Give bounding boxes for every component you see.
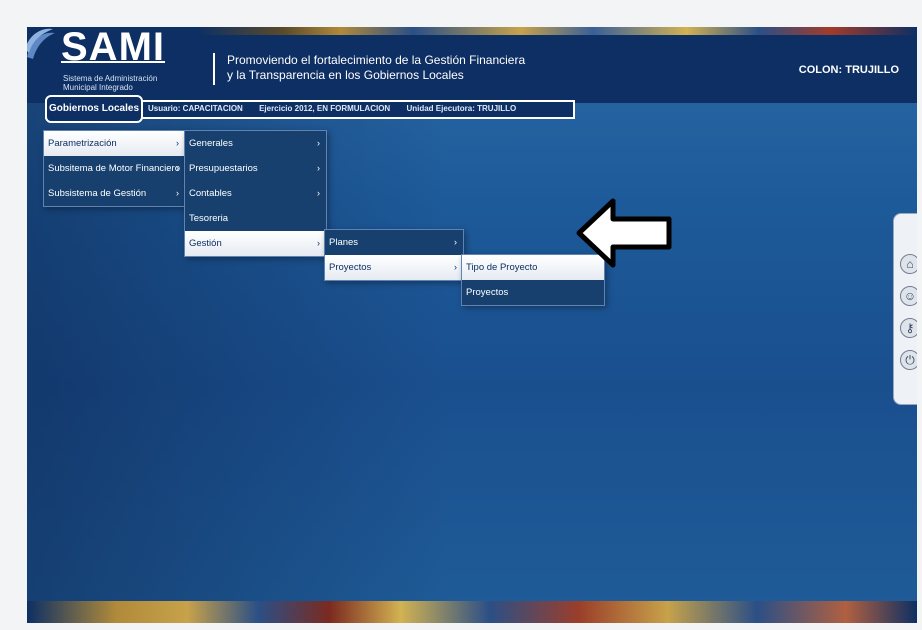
logo-swoosh-icon — [27, 28, 55, 59]
menu-item-label: Generales — [189, 138, 233, 149]
key-icon[interactable]: ⚷ — [900, 318, 917, 338]
chevron-right-icon: › — [317, 138, 320, 148]
chevron-right-icon: › — [454, 237, 457, 247]
menu-item-contables[interactable]: Contables › — [185, 181, 326, 206]
chevron-right-icon: › — [176, 138, 179, 148]
menu-item-label: Tesoreria — [189, 213, 229, 224]
menu-item-label: Subsitema de Motor Financiero — [48, 163, 181, 174]
logo-subtitle-line-1: Sistema de Administración — [63, 74, 158, 83]
main-menu: Parametrización › Subsitema de Motor Fin… — [43, 130, 186, 207]
logo-subtitle-line-2: Municipal Integrado — [63, 83, 133, 92]
chevron-right-icon: › — [176, 188, 179, 198]
chevron-right-icon: › — [176, 163, 179, 173]
menu-item-generales[interactable]: Generales › — [185, 131, 326, 156]
gobiernos-locales-button[interactable]: Gobiernos Locales — [45, 95, 143, 123]
menu-item-proyectos[interactable]: Proyectos › — [325, 255, 463, 280]
menu-item-label: Presupuestarios — [189, 163, 258, 174]
menu-item-proyectos-list[interactable]: Proyectos — [462, 280, 604, 305]
header: SAMI Sistema de Administración Municipal… — [27, 27, 917, 103]
parametrizacion-submenu: Generales › Presupuestarios › Contables … — [184, 130, 327, 257]
menu-item-tesoreria[interactable]: Tesoreria — [185, 206, 326, 231]
side-toolbar: ⌂ ☺ ⚷ ⏻ — [893, 213, 917, 405]
app-frame: SAMI Sistema de Administración Municipal… — [27, 27, 917, 623]
logo[interactable]: SAMI — [61, 27, 165, 70]
menu-item-gestion[interactable]: Subsistema de Gestión › — [44, 181, 185, 206]
menu-item-label: Gestión — [189, 238, 222, 249]
slogan-line-1: Promoviendo el fortalecimiento de la Ges… — [227, 53, 526, 67]
header-divider — [213, 53, 215, 85]
slogan-line-2: y la Transparencia en los Gobiernos Loca… — [227, 68, 464, 82]
ejercicio-label: Ejercicio 2012, EN FORMULACION — [259, 104, 391, 113]
user-icon[interactable]: ☺ — [900, 286, 917, 306]
power-icon[interactable]: ⏻ — [900, 350, 917, 370]
menu-item-label: Subsistema de Gestión — [48, 188, 147, 199]
region-label: COLON: TRUJILLO — [798, 64, 899, 76]
menu-item-gestion-sub[interactable]: Gestión › — [185, 231, 326, 256]
logo-subtitle: Sistema de Administración Municipal Inte… — [63, 74, 157, 92]
slogan: Promoviendo el fortalecimiento de la Ges… — [227, 53, 525, 83]
home-icon[interactable]: ⌂ — [900, 254, 917, 274]
header-decoration — [197, 27, 917, 35]
menu-item-presupuestarios[interactable]: Presupuestarios › — [185, 156, 326, 181]
chevron-right-icon: › — [317, 238, 320, 248]
gestion-submenu: Planes › Proyectos › — [324, 229, 464, 281]
menu-item-planes[interactable]: Planes › — [325, 230, 463, 255]
menu-item-label: Parametrización — [48, 138, 117, 149]
session-info: Usuario: CAPACITACION Ejercicio 2012, EN… — [148, 104, 530, 113]
footer-decoration — [27, 601, 917, 623]
menu-item-label: Tipo de Proyecto — [466, 262, 538, 273]
menu-item-label: Proyectos — [329, 262, 372, 273]
menu-item-label: Planes — [329, 237, 359, 248]
chevron-right-icon: › — [317, 163, 320, 173]
chevron-right-icon: › — [454, 262, 457, 272]
menu-item-label: Proyectos — [466, 287, 509, 298]
chevron-right-icon: › — [317, 188, 320, 198]
usuario-label: Usuario: CAPACITACION — [148, 104, 243, 113]
menu-item-parametrizacion[interactable]: Parametrización › — [44, 131, 185, 156]
annotation-arrow-icon — [576, 198, 672, 268]
unidad-label: Unidad Ejecutora: TRUJILLO — [406, 104, 517, 113]
menu-item-label: Contables — [189, 188, 232, 199]
menu-item-motor-financiero[interactable]: Subsitema de Motor Financiero › — [44, 156, 185, 181]
